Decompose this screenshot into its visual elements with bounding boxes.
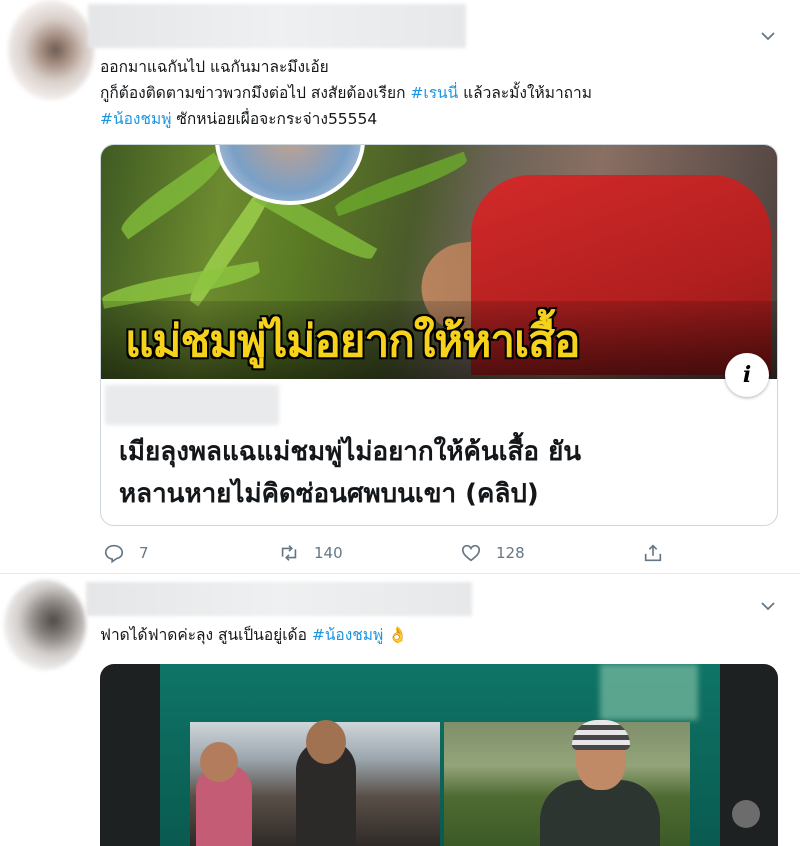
retweet-count: 140	[314, 544, 343, 562]
tweet-text-line: แล้วละมั้งให้มาถาม	[458, 84, 592, 102]
reply-icon	[104, 544, 124, 564]
tweet-text-line: ฟาดได้ฟาดค่ะลุง สูนเป็นอยู่เด้อ	[100, 626, 312, 644]
hashtag-link[interactable]: #น้องชมพู่	[312, 626, 383, 644]
hashtag-link[interactable]: #น้องชมพู่	[100, 110, 171, 128]
tweet-text-line: ออกมาแฉกันไป แฉกันมาละมึงเอ้ย	[100, 58, 329, 76]
avatar[interactable]	[8, 0, 94, 100]
tweet-text-line: กูก็ต้องติดตามข่าวพวกมึงต่อไป สงสัยต้องเ…	[100, 84, 411, 102]
tweet-text: ฟาดได้ฟาดค่ะลุง สูนเป็นอยู่เด้อ #น้องชมพ…	[100, 622, 408, 648]
tweet-actions: 7 140 128	[0, 538, 800, 568]
card-image-inset-portrait	[215, 145, 365, 205]
card-title-line: เมียลุงพลแฉแม่ชมพู่ไม่อยากให้ค้นเสื้อ ยั…	[119, 437, 582, 467]
info-icon[interactable]: i	[725, 353, 769, 397]
tweet-2[interactable]: ฟาดได้ฟาดค่ะลุง สูนเป็นอยู่เด้อ #น้องชมพ…	[0, 574, 800, 846]
link-card[interactable]: แม่ชมพู่ไม่อยากให้หาเสื้อ i เมียลุงพลแฉแ…	[100, 144, 778, 526]
card-title-line: หลานหายไม่คิดซ่อนศพบนเขา (คลิป)	[119, 479, 539, 509]
video-person-head	[306, 720, 346, 764]
blurred-card-domain	[105, 385, 279, 425]
card-title[interactable]: เมียลุงพลแฉแม่ชมพู่ไม่อยากให้ค้นเสื้อ ยั…	[119, 431, 581, 515]
reply-button[interactable]: 7	[103, 538, 149, 568]
tweet-text: ออกมาแฉกันไป แฉกันมาละมึงเอ้ย กูก็ต้องติ…	[100, 54, 592, 132]
retweet-icon	[281, 545, 297, 561]
share-icon	[644, 544, 662, 562]
heart-icon	[461, 544, 481, 562]
video-control-dot[interactable]	[732, 800, 760, 828]
video-player[interactable]	[100, 664, 778, 846]
blurred-username	[86, 582, 472, 616]
share-button[interactable]	[642, 538, 664, 568]
card-image[interactable]: แม่ชมพู่ไม่อยากให้หาเสื้อ	[101, 145, 777, 379]
chevron-down-icon[interactable]	[760, 28, 776, 47]
blurred-username	[88, 4, 466, 48]
tweet-1[interactable]: ออกมาแฉกันไป แฉกันมาละมึงเอ้ย กูก็ต้องติ…	[0, 0, 800, 574]
blurred-video-logo	[600, 664, 698, 720]
like-count: 128	[496, 544, 525, 562]
avatar[interactable]	[4, 580, 86, 670]
reply-count: 7	[139, 544, 149, 562]
video-person-head	[200, 742, 238, 782]
like-button[interactable]: 128	[460, 538, 525, 568]
hashtag-link[interactable]: #เรนนี่	[410, 84, 458, 102]
card-image-headline: แม่ชมพู่ไม่อยากให้หาเสื้อ	[125, 316, 580, 367]
chevron-down-icon[interactable]	[760, 598, 776, 617]
ok-hand-emoji: 👌	[388, 626, 408, 644]
tweet-text-line: ซักหน่อยเผื่อจะกระจ่าง55554	[171, 110, 378, 128]
retweet-button[interactable]: 140	[278, 538, 343, 568]
